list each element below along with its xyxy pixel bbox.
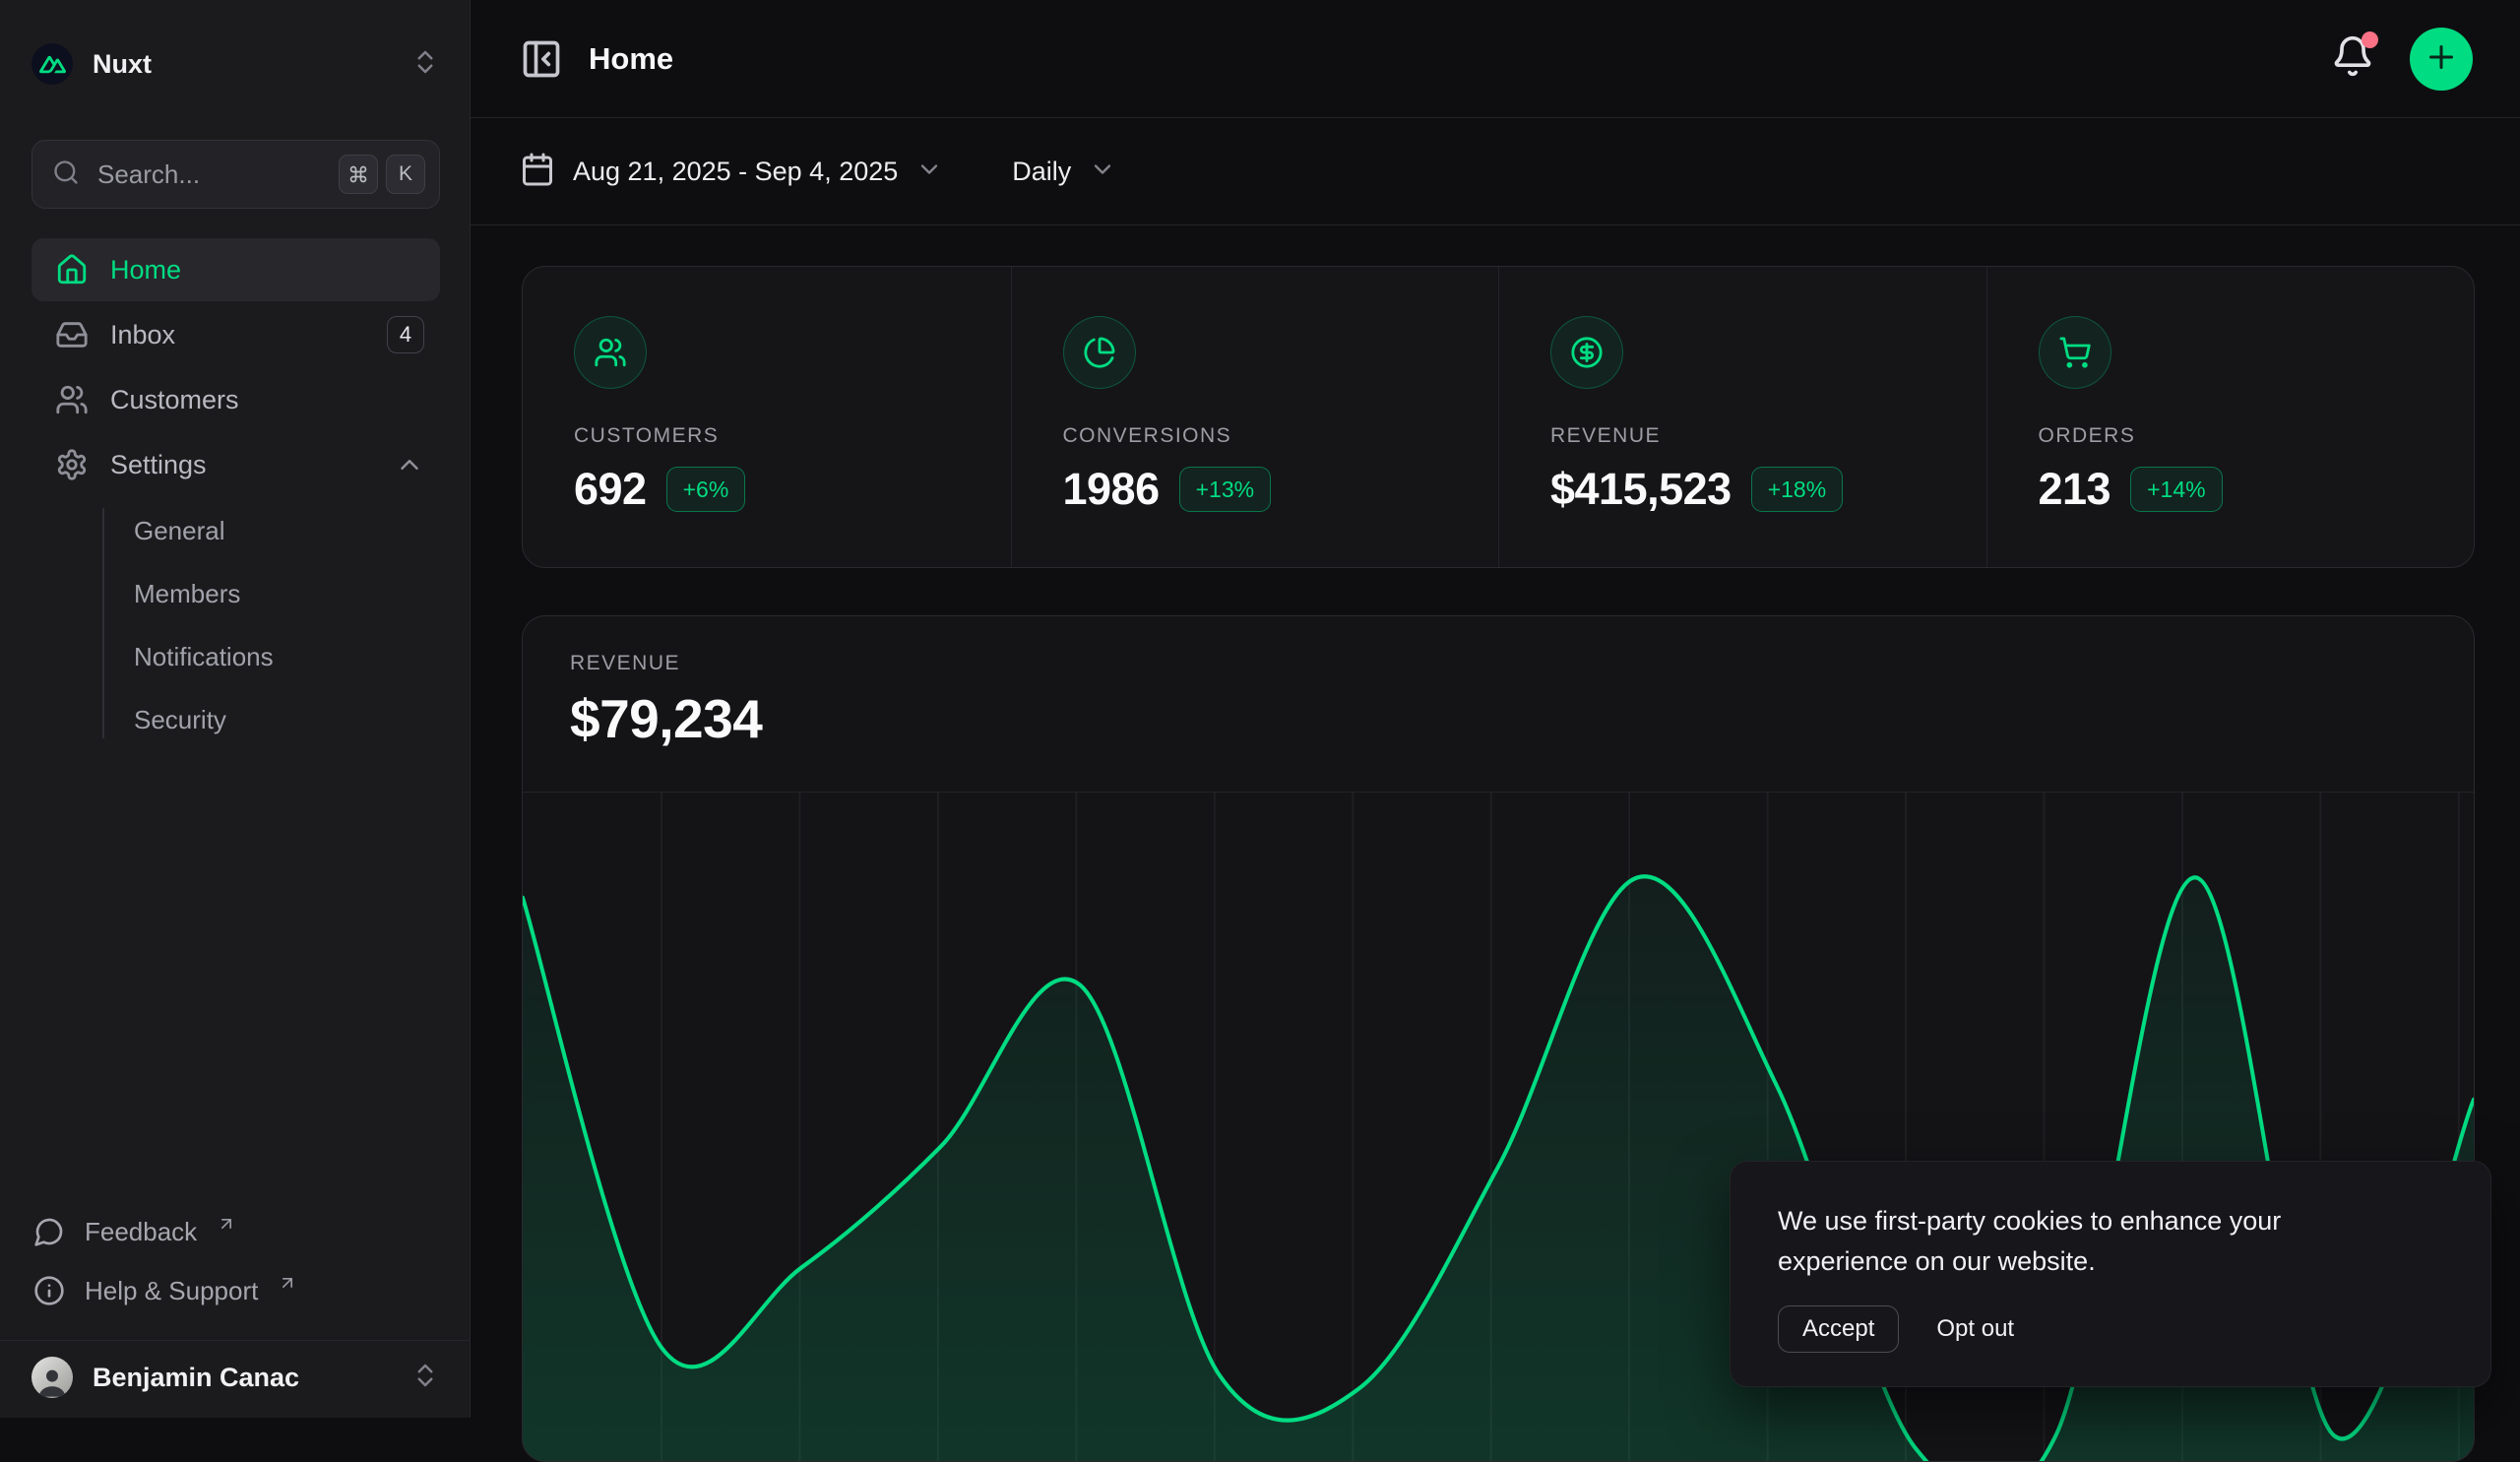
plus-icon [2424,39,2459,78]
panel-left-close-icon [520,37,563,81]
chart-pie-icon-badge [1063,316,1136,389]
chevron-down-icon [1089,156,1116,188]
stats-summary-card: CUSTOMERS 692 +6% CONVERSIONS 1986 +13% REVENU… [522,266,2475,568]
settings-subnav: GeneralMembersNotificationsSecurity [63,500,410,750]
stat-delta-badge: +14% [2130,467,2222,512]
stat-card-customers: CUSTOMERS 692 +6% [523,267,1011,567]
stat-delta-badge: +6% [666,467,746,512]
chevron-down-icon [1089,156,1116,183]
stat-card-conversions: CONVERSIONS 1986 +13% [1011,267,1499,567]
granularity-value: Daily [1012,157,1071,187]
message-circle-icon [33,1216,65,1247]
sidebar-item-security[interactable]: Security [63,689,410,750]
sidebar-item-home[interactable]: Home [32,238,440,301]
notification-dot [2362,32,2378,48]
stat-value: $415,523 [1550,464,1732,515]
inbox-icon [55,318,89,351]
sidebar-footer-nav: FeedbackHelp & Support [32,1202,440,1320]
chart-pie-icon [1083,336,1116,369]
stat-label: CONVERSIONS [1063,424,1499,448]
house-icon [55,253,89,286]
cookie-message: We use first-party cookies to enhance yo… [1778,1201,2388,1282]
notifications-button[interactable] [2331,34,2374,83]
shopping-cart-icon-badge [2039,316,2111,389]
users-icon-badge [574,316,647,389]
arrow-up-right-icon [217,1214,236,1234]
kbd-k: K [386,155,425,194]
user-name: Benjamin Canac [93,1363,299,1393]
revenue-chart-label: REVENUE [570,652,2426,675]
revenue-chart-total: $79,234 [570,687,2426,750]
gear-icon [55,448,89,481]
stat-delta-badge: +18% [1751,467,1843,512]
user-menu[interactable]: Benjamin Canac [0,1341,470,1418]
add-button[interactable] [2410,28,2473,91]
stat-delta-badge: +13% [1179,467,1271,512]
stat-card-revenue: REVENUE $415,523 +18% [1498,267,1986,567]
filters-toolbar: Aug 21, 2025 - Sep 4, 2025 Daily [471,118,2520,225]
sidebar-item-settings[interactable]: Settings [32,433,440,496]
cookie-banner: We use first-party cookies to enhance yo… [1730,1161,2491,1387]
unread-count-badge: 4 [387,316,424,353]
collapse-sidebar-button[interactable] [520,37,563,81]
chevron-down-icon [915,156,943,183]
sidebar-item-notifications[interactable]: Notifications [63,626,410,687]
date-range-value: Aug 21, 2025 - Sep 4, 2025 [573,157,898,187]
shopping-cart-icon [2058,336,2092,369]
sidebar-item-feedback[interactable]: Feedback [32,1202,440,1261]
circle-dollar-icon [1570,336,1604,369]
chevrons-up-down-icon [410,47,440,82]
users-icon [594,336,627,369]
search-icon [52,159,80,191]
stat-value: 692 [574,464,647,515]
chevrons-up-down-icon [410,1361,440,1390]
granularity-select[interactable]: Daily [1012,156,1116,188]
sidebar-item-inbox[interactable]: Inbox4 [32,303,440,366]
sidebar-item-general[interactable]: General [63,500,410,561]
plus-icon [2424,39,2459,75]
circle-dollar-icon-badge [1550,316,1623,389]
search-kbd-shortcut: K [339,155,425,194]
chevron-up-icon [395,450,424,479]
page-header: Home [471,0,2520,118]
info-icon [33,1275,65,1306]
sidebar: Nuxt Search... K HomeInbox4CustomersSett… [0,0,471,1418]
sidebar-item-customers[interactable]: Customers [32,368,440,431]
cookie-accept-button[interactable]: Accept [1778,1305,1899,1353]
stat-value: 1986 [1063,464,1160,515]
sidebar-nav: HomeInbox4CustomersSettingsGeneralMember… [32,238,440,750]
sidebar-item-members[interactable]: Members [63,563,410,624]
arrow-up-right-icon [278,1273,297,1293]
chevron-down-icon [915,156,943,188]
kbd-command [339,155,378,194]
sidebar-item-help-support[interactable]: Help & Support [32,1261,440,1320]
cookie-optout-button[interactable]: Opt out [1936,1315,2014,1343]
sidebar-footer: FeedbackHelp & Support [32,1202,440,1320]
stat-value: 213 [2039,464,2111,515]
command-icon [348,164,368,184]
search-icon [52,159,80,186]
stat-label: ORDERS [2039,424,2475,448]
users-icon [55,383,89,416]
chevrons-up-down-icon [410,1361,440,1395]
stat-card-orders: ORDERS 213 +14% [1986,267,2475,567]
search-placeholder: Search... [97,159,321,190]
brand-name: Nuxt [93,49,152,80]
stat-label: CUSTOMERS [574,424,1011,448]
calendar-icon [520,152,555,192]
search-input[interactable]: Search... K [32,140,440,209]
avatar [32,1357,73,1398]
stat-label: REVENUE [1550,424,1986,448]
calendar-icon [520,152,555,187]
date-range-picker[interactable]: Aug 21, 2025 - Sep 4, 2025 [520,152,943,192]
team-switcher[interactable]: Nuxt [0,0,470,85]
chevrons-up-down-icon [410,47,440,77]
page-title: Home [589,41,673,77]
nuxt-logo-icon [32,43,73,85]
